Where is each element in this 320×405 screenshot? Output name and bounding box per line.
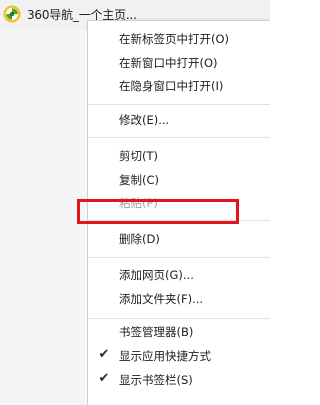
menu-item-label: 剪切(T) (119, 149, 158, 163)
menu-item-label: 在隐身窗口中打开(I) (119, 79, 224, 93)
menu-item-open-incognito[interactable]: 在隐身窗口中打开(I) (88, 74, 270, 98)
checkmark-icon: ✔ (98, 347, 110, 362)
menu-item-label: 修改(E)... (119, 113, 170, 127)
menu-item-cut[interactable]: 剪切(T) (88, 144, 270, 168)
menu-item-show-app-shortcuts[interactable]: ✔ 显示应用快捷方式 (88, 344, 270, 368)
menu-item-label: 在新标签页中打开(O) (119, 32, 230, 46)
bookmark-context-menu: 在新标签页中打开(O) 在新窗口中打开(O) 在隐身窗口中打开(I) 修改(E)… (87, 20, 270, 405)
360-browser-icon (3, 5, 21, 23)
menu-item-delete[interactable]: 删除(D) (88, 227, 270, 251)
menu-item-edit[interactable]: 修改(E)... (88, 108, 270, 132)
menu-item-show-bookmark-bar[interactable]: ✔ 显示书签栏(S) (88, 368, 270, 392)
menu-separator (88, 137, 270, 138)
menu-item-label: 复制(C) (119, 173, 160, 187)
checkmark-icon: ✔ (98, 371, 110, 386)
menu-item-label: 显示应用快捷方式 (119, 349, 211, 363)
menu-item-label: 删除(D) (119, 232, 160, 246)
menu-item-paste: 粘贴(P) (88, 191, 270, 215)
menu-separator (88, 257, 270, 258)
menu-item-open-new-tab[interactable]: 在新标签页中打开(O) (88, 27, 270, 51)
menu-item-label: 显示书签栏(S) (119, 373, 193, 387)
menu-item-add-page[interactable]: 添加网页(G)... (88, 263, 270, 287)
page-background-left (0, 30, 85, 405)
screenshot-stage: 360导航_一个主页... 在新标签页中打开(O) 在新窗口中打开(O) 在隐身… (0, 0, 270, 405)
menu-separator (88, 104, 270, 105)
menu-item-copy[interactable]: 复制(C) (88, 168, 270, 192)
menu-item-label: 在新窗口中打开(O) (119, 56, 218, 70)
menu-item-label: 书签管理器(B) (119, 325, 194, 339)
menu-item-add-folder[interactable]: 添加文件夹(F)... (88, 287, 270, 311)
menu-item-bookmark-manager[interactable]: 书签管理器(B) (88, 320, 270, 344)
menu-separator (88, 220, 270, 221)
menu-separator (88, 318, 270, 319)
menu-item-label: 添加文件夹(F)... (119, 292, 204, 306)
menu-item-label: 粘贴(P) (119, 196, 158, 210)
menu-item-open-new-window[interactable]: 在新窗口中打开(O) (88, 51, 270, 75)
menu-item-label: 添加网页(G)... (119, 268, 194, 282)
